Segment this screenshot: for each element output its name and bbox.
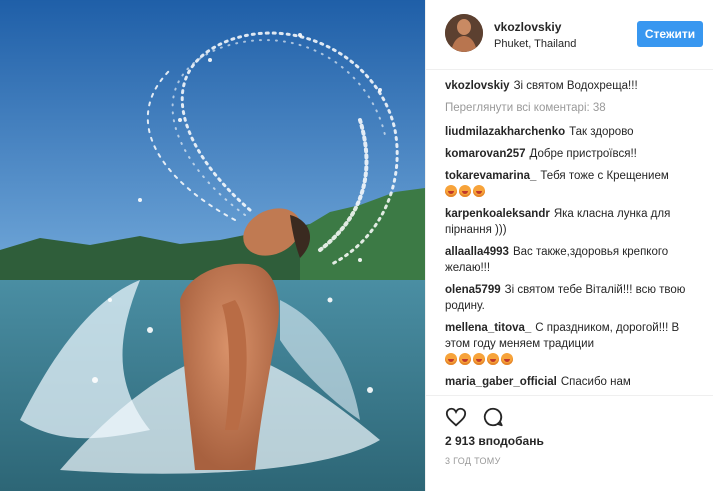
comment-item: allaalla4993 Вас также,здоровья крепкого … [445, 244, 703, 276]
comment-item: tokarevamarina_ Тебя тоже с Крещением [445, 168, 703, 200]
comment-item: mellena_titova_ С праздником, дорогой!!! … [445, 320, 703, 368]
post-actions: 2 913 вподобань 3 ГОД ТОМУ [426, 395, 713, 492]
emoji-icon [445, 353, 457, 365]
caption: vkozlovskiy Зі святом Водохреща!!! [445, 78, 703, 94]
comment-username[interactable]: mellena_titova_ [445, 322, 531, 334]
avatar[interactable] [445, 14, 483, 52]
post-header: vkozlovskiy Phuket, Thailand Стежити [426, 0, 713, 70]
post-location[interactable]: Phuket, Thailand [494, 38, 576, 50]
comment-username[interactable]: liudmilazakharchenko [445, 126, 565, 138]
photo-image [0, 0, 425, 491]
comments-list[interactable]: vkozlovskiy Зі святом Водохреща!!! Перегл… [445, 78, 703, 390]
comment-username[interactable]: allaalla4993 [445, 246, 509, 258]
emoji-row [445, 184, 703, 200]
emoji-icon [473, 185, 485, 197]
post-sidebar: vkozlovskiy Phuket, Thailand Стежити vko… [425, 0, 713, 491]
comment-username[interactable]: karpenkoaleksandr [445, 208, 550, 220]
caption-username[interactable]: vkozlovskiy [445, 80, 510, 92]
caption-text: Зі святом Водохреща!!! [513, 80, 638, 92]
comment-username[interactable]: maria_gaber_official [445, 376, 557, 388]
comment-item: maria_gaber_official Спасибо нам [445, 374, 703, 390]
comment-text: Тебя тоже с Крещением [540, 170, 669, 182]
heart-icon[interactable] [445, 406, 467, 428]
comment-username[interactable]: komarovan257 [445, 148, 526, 160]
author-username[interactable]: vkozlovskiy [494, 20, 561, 34]
emoji-icon [487, 353, 499, 365]
comment-item: olena5799 Зі святом тебе Віталій!!! всю т… [445, 282, 703, 314]
view-all-comments-link[interactable]: Переглянути всі коментарі: 38 [445, 100, 703, 116]
emoji-icon [501, 353, 513, 365]
instagram-post: vkozlovskiy Phuket, Thailand Стежити vko… [0, 0, 713, 491]
emoji-icon [459, 185, 471, 197]
follow-button[interactable]: Стежити [637, 21, 703, 47]
comment-username[interactable]: tokarevamarina_ [445, 170, 536, 182]
comment-item: liudmilazakharchenko Так здорово [445, 124, 703, 140]
likes-count[interactable]: 2 913 вподобань [445, 434, 544, 448]
comment-text: Добре пристроївся!! [529, 148, 637, 160]
emoji-icon [445, 185, 457, 197]
post-timestamp[interactable]: 3 ГОД ТОМУ [445, 456, 501, 466]
comment-username[interactable]: olena5799 [445, 284, 501, 296]
avatar-image [445, 14, 483, 52]
emoji-icon [459, 353, 471, 365]
emoji-row [445, 352, 703, 368]
post-photo[interactable] [0, 0, 425, 491]
comment-text: Так здорово [569, 126, 634, 138]
emoji-icon [473, 353, 485, 365]
comment-icon[interactable] [482, 406, 504, 428]
comment-item: komarovan257 Добре пристроївся!! [445, 146, 703, 162]
comment-item: karpenkoaleksandr Яка класна лунка для пі… [445, 206, 703, 238]
comment-text: Спасибо нам [560, 376, 631, 388]
